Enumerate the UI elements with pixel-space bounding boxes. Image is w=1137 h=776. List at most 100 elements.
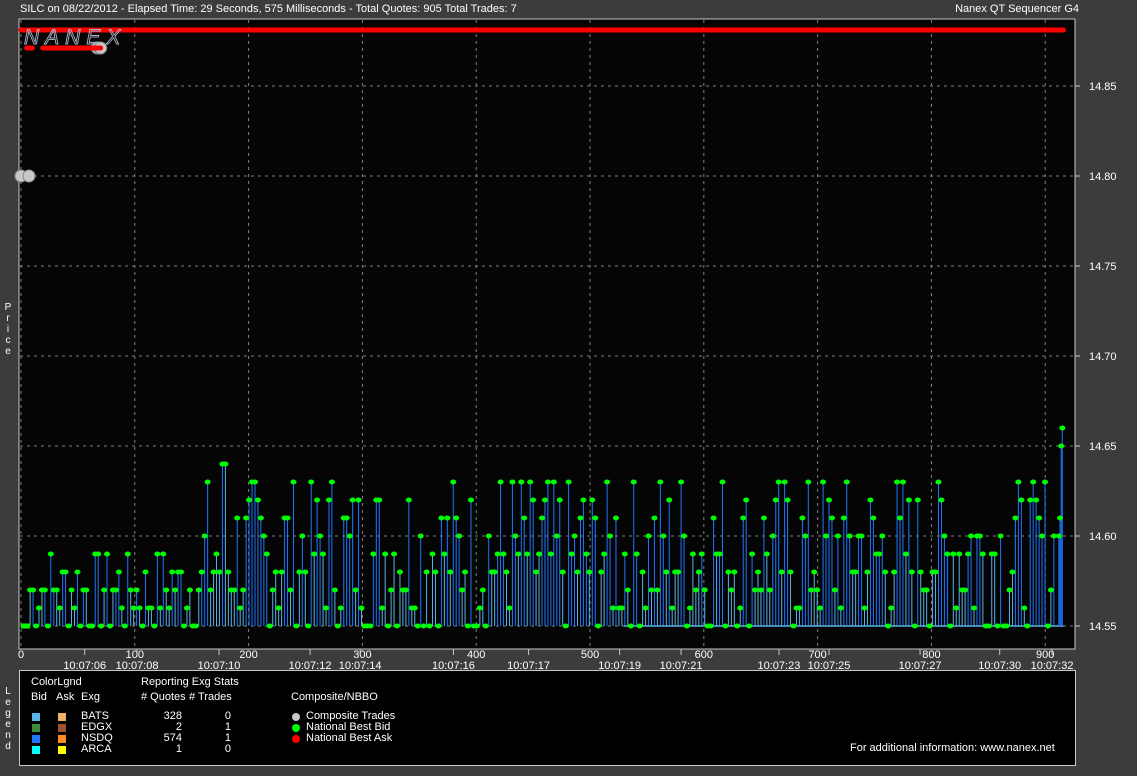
bid-dot <box>240 587 247 593</box>
legend-h-ask: Ask <box>56 691 75 703</box>
bid-dot <box>752 587 759 593</box>
bid-dot <box>257 515 264 521</box>
bid-dot <box>296 569 303 575</box>
bid-dot <box>180 623 187 629</box>
best-ask-dot <box>292 735 300 743</box>
vertical-letter: c <box>5 335 11 346</box>
bid-dot <box>210 569 217 575</box>
bid-dot <box>956 551 963 557</box>
bid-dot <box>183 605 190 611</box>
bid-dot <box>201 533 208 539</box>
bid-dot <box>1021 605 1028 611</box>
bid-dot <box>686 605 693 611</box>
bid-dot <box>994 623 1001 629</box>
bid-dot <box>494 551 501 557</box>
vertical-letter: P <box>4 302 12 313</box>
bid-dot <box>858 533 865 539</box>
bid-dot <box>911 623 918 629</box>
bid-dot <box>923 587 930 593</box>
bid-dot <box>953 605 960 611</box>
bid-dot <box>414 623 421 629</box>
bid-dot <box>467 497 474 503</box>
bid-dot <box>305 623 312 629</box>
bid-dot <box>266 623 273 629</box>
bid-dot <box>695 569 702 575</box>
bid-dot <box>104 551 111 557</box>
bid-dot <box>1006 587 1013 593</box>
bid-dot <box>583 551 590 557</box>
bid-dot <box>1012 515 1019 521</box>
bid-dot <box>932 569 939 575</box>
bid-dot <box>820 479 827 485</box>
bid-dot <box>899 479 906 485</box>
bid-dot <box>284 515 291 521</box>
bid-dot <box>897 515 904 521</box>
bid-dot <box>740 515 747 521</box>
bid-dot <box>787 569 794 575</box>
bid-dot <box>536 551 543 557</box>
bid-dot <box>311 551 318 557</box>
bid-dot <box>743 497 750 503</box>
bid-dot <box>178 569 185 575</box>
nanex-watermark: NANEX <box>24 26 126 49</box>
bid-dot <box>828 515 835 521</box>
bid-dot <box>926 623 933 629</box>
bid-dot <box>331 587 338 593</box>
bid-dot <box>965 551 972 557</box>
bid-dot <box>272 569 279 575</box>
y-tick-label: 14.55 <box>1089 621 1117 633</box>
bid-dot <box>130 605 137 611</box>
bid-dot <box>127 587 134 593</box>
bid-dot <box>598 569 605 575</box>
bid-dot <box>846 533 853 539</box>
bid-dot <box>970 605 977 611</box>
bid-dot <box>636 623 643 629</box>
bid-dot <box>580 497 587 503</box>
bid-dot <box>367 623 374 629</box>
bid-dot <box>222 461 229 467</box>
bid-dot <box>476 605 483 611</box>
bid-dot <box>784 497 791 503</box>
bid-dot <box>979 551 986 557</box>
bid-dot <box>908 569 915 575</box>
bid-dot <box>663 569 670 575</box>
nbbo-label: National Best Ask <box>306 732 393 744</box>
time-label: 10:07:23 <box>758 660 801 670</box>
legend-side-label: Legend <box>3 686 13 752</box>
bid-dot <box>544 479 551 485</box>
bid-dot <box>246 497 253 503</box>
bid-dot <box>669 605 676 611</box>
bid-dot <box>962 587 969 593</box>
bid-dot <box>521 515 528 521</box>
bid-dot <box>172 587 179 593</box>
bid-dot <box>568 551 575 557</box>
x-tick-label: 200 <box>239 649 257 661</box>
y-tick-label: 14.85 <box>1089 81 1117 93</box>
bid-dot <box>681 533 688 539</box>
bid-dot <box>802 533 809 539</box>
vertical-letter: d <box>5 741 11 752</box>
bid-dot <box>77 623 84 629</box>
bid-dot <box>746 623 753 629</box>
exg-quotes: 1 <box>175 743 182 755</box>
bid-dot <box>843 479 850 485</box>
bid-dot <box>533 569 540 575</box>
bid-dot <box>101 587 108 593</box>
vertical-letter: e <box>5 719 11 730</box>
bid-dot <box>766 587 773 593</box>
bid-dot <box>423 569 430 575</box>
bid-dot <box>41 587 48 593</box>
bid-dot <box>826 497 833 503</box>
bid-swatch <box>32 746 40 754</box>
bid-dot <box>160 551 167 557</box>
bid-dot <box>53 587 60 593</box>
bid-dot <box>98 623 105 629</box>
vertical-letter: r <box>6 313 10 324</box>
bid-dot <box>47 551 54 557</box>
bid-dot <box>760 515 767 521</box>
time-label: 10:07:21 <box>660 660 703 670</box>
bid-dot <box>811 569 818 575</box>
legend-h-bid: Bid <box>31 691 47 703</box>
bid-dot <box>565 479 572 485</box>
bid-dot <box>905 497 912 503</box>
